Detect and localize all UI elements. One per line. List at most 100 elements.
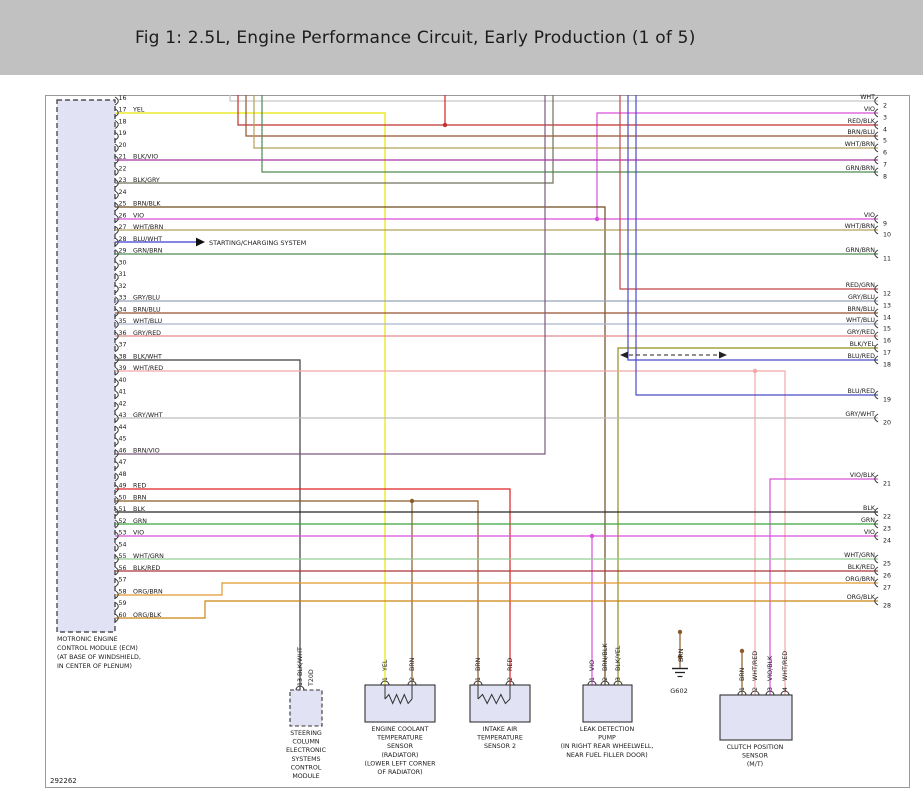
harness-pin-6: 6WHT/BRN	[845, 141, 887, 156]
harness-pin-7: 7	[875, 156, 887, 169]
ecm-pin-number: 30	[119, 259, 127, 266]
wire-line	[636, 95, 878, 395]
wiring-diagram-svg: 292262MOTRONIC ENGINECONTROL MODULE (ECM…	[0, 0, 923, 799]
intake-air-temp-sensor-2: 1BRN2REDINTAKE AIRTEMPERATURESENSOR 2	[470, 657, 530, 750]
ecm-pin-number: 19	[119, 130, 127, 137]
harness-pin-wire-label: WHT/BLU	[846, 317, 875, 324]
ecm-pin-38: 38BLK/WHT	[115, 353, 162, 363]
clutch-position-sensor: 1BRN2WHT/RED3VIO/BLK4WHT/REDCLUTCH POSIT…	[720, 651, 792, 768]
wire-orgbrn-27	[115, 583, 878, 595]
component-caption-line: SYSTEMS	[291, 756, 320, 763]
component-pin-wire-label: RED	[507, 658, 514, 671]
ecm-caption-line: CONTROL MODULE (ECM)	[57, 645, 138, 652]
component-caption-line: (IN RIGHT REAR WHEELWELL,	[561, 743, 654, 750]
ecm-pin-wire-label: VIO	[133, 530, 144, 537]
ecm-pin-56: 56BLK/RED	[115, 565, 160, 575]
harness-pin-wire-label: WHT	[860, 94, 875, 101]
ecm-pin-46: 46 BRN/VIO	[115, 447, 160, 457]
component-pin-wire-label: WHT/RED	[752, 651, 759, 681]
harness-pin-number: 23	[883, 526, 891, 533]
harness-pin-number: 7	[883, 162, 887, 169]
harness-pin-wire-label: BLK/RED	[848, 564, 875, 571]
wire-line	[628, 95, 878, 360]
ecm-pin-wire-label: GRN/BRN	[133, 248, 163, 255]
component-pin-wire-label: YEL	[382, 659, 389, 672]
ecm-pin-21: 21BLK/VIO	[115, 154, 158, 164]
ecm-pin-number: 46	[119, 447, 127, 454]
ecm-pin-wire-label: WHT/RED	[133, 365, 163, 372]
ecm-pin-wire-label: BRN/VIO	[133, 447, 160, 454]
ecm-pin-number: 22	[119, 165, 127, 172]
ecm-pin-30: 30	[115, 259, 127, 269]
wire-orgblk-28	[115, 601, 878, 618]
wire-line	[115, 95, 545, 454]
component-pin-number: 1	[589, 677, 596, 681]
ecm-pin-36: 36GRY/RED	[115, 330, 161, 340]
ecm-pin-18: 18	[115, 118, 127, 128]
wiring-diagram-page: 292262MOTRONIC ENGINECONTROL MODULE (ECM…	[0, 0, 923, 799]
ecm-pin-number: 32	[119, 283, 127, 290]
ecm-pin-wire-label: GRN	[133, 518, 147, 525]
wire-blkgry-23	[115, 95, 553, 183]
harness-pin-wire-label: GRN/BRN	[846, 247, 876, 254]
ecm-pin-number: 47	[119, 459, 127, 466]
ecm-pin-number: 16	[119, 95, 127, 102]
component-pin-number: 4	[782, 687, 789, 691]
ecm-pin-wire-label: WHT/GRN	[133, 553, 164, 560]
ecm-pin-number: 35	[119, 318, 127, 325]
ecm-caption-line: IN CENTER OF PLENUM)	[57, 663, 132, 670]
ecm-pin-17: 17YEL	[115, 107, 145, 117]
arrow-right-icon	[196, 238, 205, 247]
ecm-pin-wire-label: WHT/BLU	[133, 318, 162, 325]
wire-line	[115, 601, 878, 618]
harness-pin-wire-label: WHT/BRN	[845, 223, 876, 230]
component-pin-wire-label: BLK/WHT	[297, 647, 304, 676]
component-caption-line: STEERING	[290, 730, 322, 737]
ecm-pin-34: 34BRN/BLU	[115, 306, 161, 316]
ecm-pin-number: 52	[119, 518, 127, 525]
wire-blkyel-ldp3	[618, 348, 878, 685]
ecm-pin-number: 20	[119, 142, 127, 149]
ecm-pin-40: 40	[115, 377, 127, 387]
component-caption-line: TEMPERATURE	[376, 735, 423, 742]
component-caption-line: (LOWER LEFT CORNER	[365, 760, 437, 767]
ecm-pin-number: 21	[119, 154, 127, 161]
component-pin-number: 3	[767, 687, 774, 691]
wire-line	[618, 348, 878, 685]
wire-line	[115, 113, 385, 685]
harness-pin-19: 19BLU/RED	[848, 388, 891, 403]
leak-detection-pump: 1VIO2BRN/BLK3BLK/YELLEAK DETECTIONPUMP(I…	[561, 643, 654, 759]
wire-vio-9	[115, 217, 878, 221]
ecm-pin-52: 52 GRN	[115, 518, 147, 528]
ecm-pin-44: 44	[115, 424, 127, 434]
harness-pin-number: 18	[883, 362, 891, 369]
wire-brnvio-46	[115, 95, 545, 454]
ecm-module: MOTRONIC ENGINECONTROL MODULE (ECM)(AT B…	[57, 100, 141, 670]
ecm-pin-number: 29	[119, 248, 127, 255]
ecm-box	[57, 100, 115, 632]
ecm-pin-number: 40	[119, 377, 127, 384]
component-caption-line: SENSOR	[387, 743, 414, 750]
harness-pin-number: 16	[883, 338, 891, 345]
ecm-pin-wire-label: GRY/WHT	[133, 412, 163, 419]
harness-pin-number: 11	[883, 256, 891, 263]
ecm-pin-number: 57	[119, 577, 127, 584]
ecm-pin-wire-label: BLU/WHT	[133, 236, 162, 243]
harness-pin-number: 21	[883, 481, 891, 488]
wire-line	[115, 583, 878, 595]
ecm-pin-number: 34	[119, 306, 127, 313]
component-box	[583, 685, 632, 722]
ecm-pin-wire-label: RED	[133, 483, 146, 490]
component-caption-line: PUMP	[598, 735, 616, 742]
harness-pin-number: 8	[883, 174, 887, 181]
component-pin-wire-label: BRN/BLK	[602, 643, 609, 671]
ecm-pin-58: 58ORG/BRN	[115, 588, 163, 598]
component-pin-number: 2	[602, 677, 609, 681]
harness-pin-20: 20GRY/WHT	[845, 411, 891, 426]
harness-pin-wire-label: VIO	[864, 212, 875, 219]
harness-pin-wire-label: GRY/RED	[847, 329, 875, 336]
ecm-pin-wire-label: WHT/BRN	[133, 224, 164, 231]
ecm-pin-number: 51	[119, 506, 127, 513]
wire-line	[115, 489, 510, 685]
title-bar: Fig 1: 2.5L, Engine Performance Circuit,…	[0, 0, 923, 75]
